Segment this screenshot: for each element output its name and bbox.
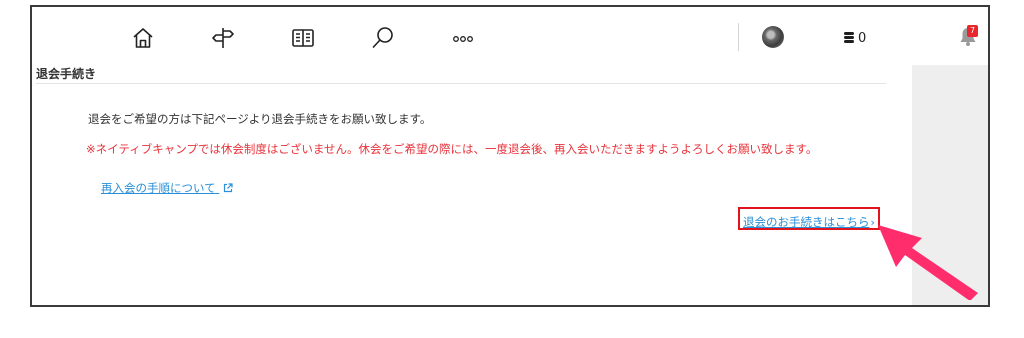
pointer-arrow-icon bbox=[878, 225, 978, 300]
external-link-icon bbox=[224, 183, 233, 193]
nav-divider bbox=[738, 23, 739, 51]
intro-text: 退会をご希望の方は下記ページより退会手続きをお願い致します。 bbox=[88, 112, 432, 126]
coin-count: 0 bbox=[858, 30, 867, 46]
notification-badge: 7 bbox=[967, 25, 978, 37]
rejoin-procedure-link[interactable]: 再入会の手順について bbox=[101, 180, 233, 196]
main-content: 退会手続き 退会をご希望の方は下記ページより退会手続きをお願い致します。 ※ネイ… bbox=[32, 65, 912, 305]
browser-frame: 0 7 退会手続き 退会をご希望の方は下記ページより退会手続きをお願い致します。… bbox=[30, 5, 990, 307]
coin-icon bbox=[844, 32, 854, 44]
signpost-icon[interactable] bbox=[210, 25, 236, 51]
rejoin-link-label: 再入会の手順について bbox=[101, 181, 216, 195]
withdraw-link-highlight: 退会のお手続きはこちら› bbox=[738, 207, 880, 230]
home-icon[interactable] bbox=[130, 25, 156, 51]
more-icon[interactable] bbox=[450, 25, 476, 51]
coin-balance[interactable]: 0 bbox=[844, 28, 866, 48]
title-divider bbox=[36, 83, 886, 84]
search-icon[interactable] bbox=[370, 25, 396, 51]
section-title: 退会手続き bbox=[36, 67, 97, 81]
withdraw-procedure-link[interactable]: 退会のお手続きはこちら bbox=[743, 215, 870, 229]
notice-text: ※ネイティブキャンプでは休会制度はございません。休会をご希望の際には、一度退会後… bbox=[86, 142, 818, 156]
top-navigation: 0 7 bbox=[32, 7, 988, 66]
user-avatar[interactable] bbox=[762, 26, 784, 48]
book-icon[interactable] bbox=[290, 25, 316, 51]
